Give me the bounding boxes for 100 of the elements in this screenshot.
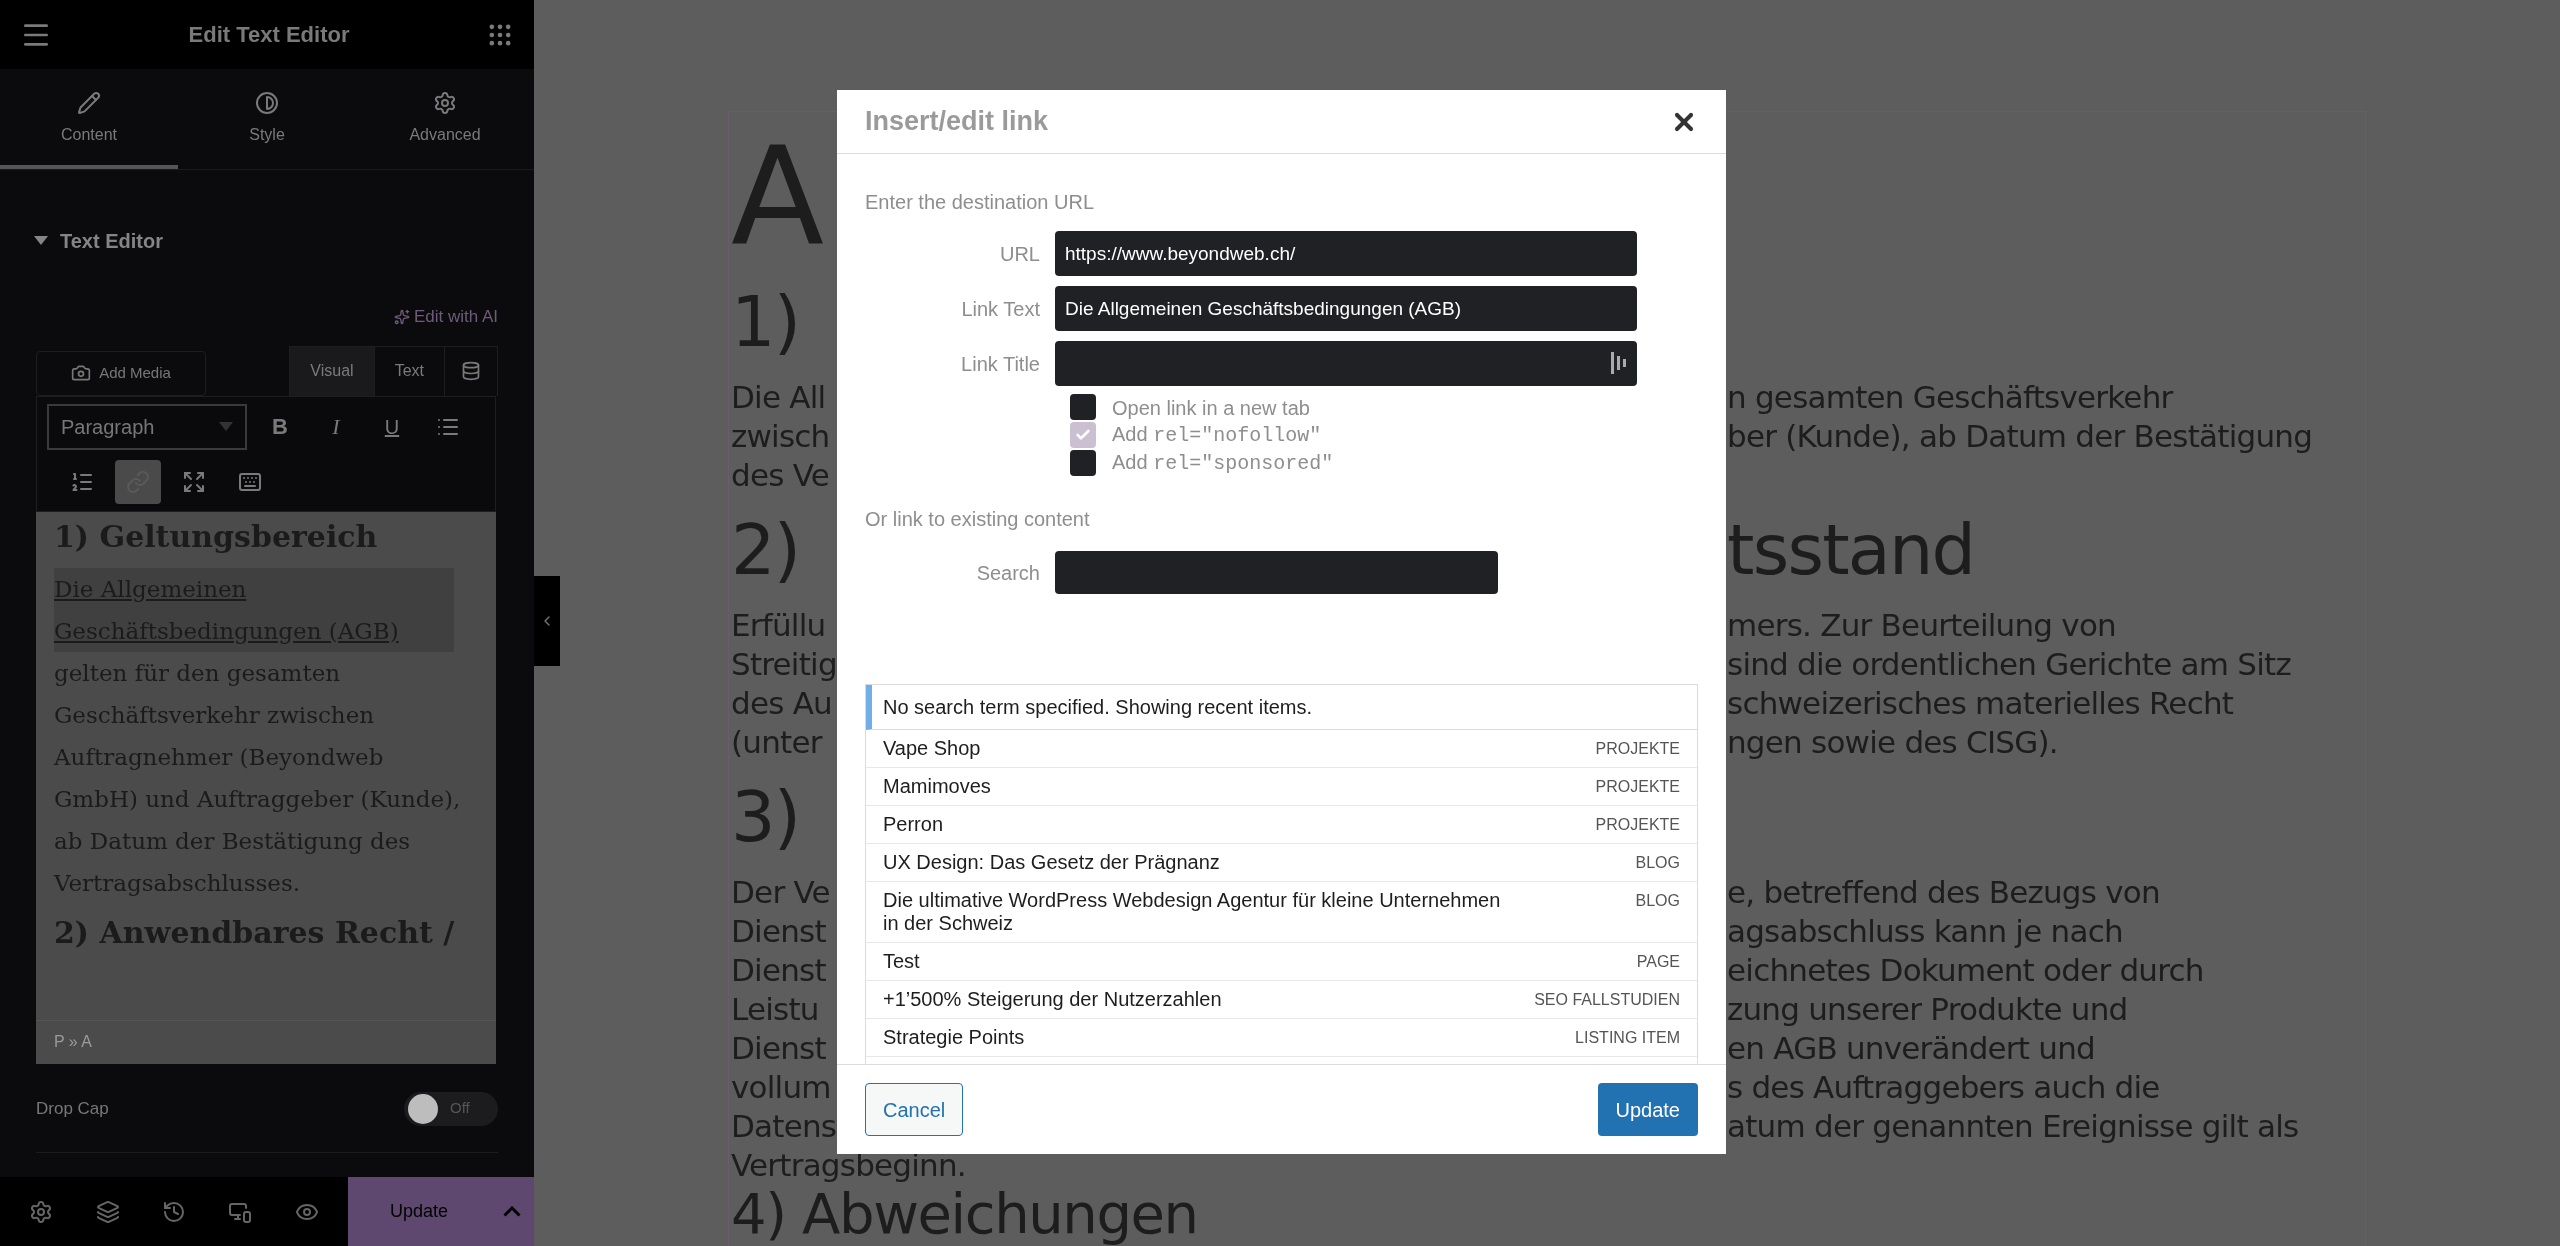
toolbar-button[interactable] xyxy=(115,459,161,504)
panel-tab[interactable]: Content xyxy=(0,69,178,169)
result-type: SEO FALLSTUDIEN xyxy=(1534,990,1680,1010)
page-text: Dienst xyxy=(731,1029,826,1068)
result-type: PROJEKTE xyxy=(1595,815,1680,835)
dropdown-icon xyxy=(219,422,233,431)
result-title: Die ultimative WordPress Webdesign Agentur für kleine Unternehmen in der Schweiz xyxy=(883,889,1502,935)
layers-icon[interactable] xyxy=(95,1199,120,1224)
result-type: PROJEKTE xyxy=(1595,739,1680,759)
page-text: Leistu xyxy=(731,990,819,1029)
result-title: Strategie Points xyxy=(883,1026,1026,1049)
mode-tab[interactable]: Visual xyxy=(290,346,375,396)
settings-icon xyxy=(433,91,457,115)
page-text: sind die ordentlichen Gerichte am Sitz xyxy=(1727,645,2291,684)
page-text: Vertragsbeginn. xyxy=(731,1146,966,1185)
checkbox-label[interactable]: Add rel="sponsored" xyxy=(1112,450,1334,476)
text-input[interactable] xyxy=(1055,341,1637,386)
page-text: Erfüllu xyxy=(731,606,826,645)
expand-icon xyxy=(182,469,206,494)
page-heading: 2) xyxy=(731,508,800,593)
bars-icon xyxy=(1611,352,1627,374)
page-text: ber (Kunde), ab Datum der Bestätigung xyxy=(1727,417,2313,456)
page-text: des Au xyxy=(731,684,832,723)
section-toggle[interactable]: Text Editor xyxy=(34,226,498,256)
format-button[interactable]: I xyxy=(313,404,359,449)
result-type: PAGE xyxy=(1636,952,1680,972)
field-label: Link Text xyxy=(960,296,1041,322)
page-text: (unter xyxy=(731,723,822,762)
check-icon xyxy=(1075,427,1091,443)
result-type: BLOG xyxy=(1635,853,1680,873)
format-select[interactable]: Paragraph xyxy=(47,403,247,450)
database-icon xyxy=(461,361,481,381)
section-label: Enter the destination URL xyxy=(865,190,1095,215)
result-row[interactable]: +1’500% Steigerung der Nutzerzahlen SEO FALLSTUDIEN xyxy=(866,981,1697,1019)
format-button[interactable]: U xyxy=(369,404,415,449)
collapse-handle[interactable] xyxy=(534,576,560,666)
result-type: BLOG xyxy=(1635,891,1680,911)
page-text: mers. Zur Beurteilung von xyxy=(1727,606,2116,645)
history-icon[interactable] xyxy=(161,1199,186,1224)
panel-title: Edit Text Editor xyxy=(188,21,350,49)
page-title: A xyxy=(731,126,825,267)
page-text: eichnetes Dokument oder durch xyxy=(1727,951,2204,990)
add-media-button[interactable]: Add Media xyxy=(36,350,206,396)
text-input[interactable]: https://www.beyondweb.ch/ xyxy=(1055,231,1637,276)
result-row[interactable]: Die ultimative WordPress Webdesign Agentur für kleine Unternehmen in der Schweiz BLOG xyxy=(866,882,1697,943)
page-text: schweizerisches materielles Recht xyxy=(1727,684,2234,723)
page-heading: tsstand xyxy=(1727,508,1975,593)
result-row[interactable]: Perron PROJEKTE xyxy=(866,806,1697,844)
pencil-icon xyxy=(77,91,101,115)
result-title: +1’500% Steigerung der Nutzerzahlen xyxy=(883,988,1223,1011)
panel-tab[interactable]: Style xyxy=(178,69,356,169)
panel-tab[interactable]: Advanced xyxy=(356,69,534,169)
field-label: Link Title xyxy=(960,351,1041,377)
mode-tab[interactable]: Text xyxy=(374,346,445,396)
page-text: e, betreffend des Bezugs von xyxy=(1727,873,2160,912)
page-heading: 4) Abweichungen xyxy=(731,1185,1198,1243)
checkbox-label[interactable]: Open link in a new tab xyxy=(1112,396,1310,420)
result-row[interactable]: UX Design: Das Gesetz der Prägnanz BLOG xyxy=(866,844,1697,882)
page-heading: 3) xyxy=(731,775,800,860)
format-button[interactable]: B xyxy=(257,404,303,449)
cancel-button[interactable]: Cancel xyxy=(865,1083,964,1136)
contrast-icon xyxy=(255,91,279,115)
element-path: P » A xyxy=(54,1032,92,1052)
page-text: zung unserer Produkte und xyxy=(1727,990,2128,1029)
checkbox[interactable] xyxy=(1070,450,1096,476)
result-row[interactable]: Strategie Points LISTING ITEM xyxy=(866,1019,1697,1057)
drop-cap-label: Drop Cap xyxy=(36,1097,109,1120)
search-notice: No search term specified. Showing recent items. xyxy=(866,685,1697,730)
camera-icon xyxy=(71,363,92,383)
result-type: PROJEKTE xyxy=(1595,777,1680,797)
result-row[interactable]: Test PAGE xyxy=(866,943,1697,981)
page-text: Der Ve xyxy=(731,873,830,912)
field-label: Search xyxy=(975,560,1041,586)
page-text: ngen sowie des CISG). xyxy=(1727,723,2058,762)
settings-icon[interactable] xyxy=(29,1199,54,1224)
checkbox[interactable] xyxy=(1070,394,1096,420)
field-label: URL xyxy=(999,241,1041,267)
sparkle-icon xyxy=(393,308,410,325)
result-title: UX Design: Das Gesetz der Prägnanz xyxy=(883,851,1221,874)
page-heading: 1) xyxy=(731,280,800,365)
page-text: Die All xyxy=(731,378,826,417)
search-field[interactable] xyxy=(1055,551,1498,594)
section-label: Or link to existing content xyxy=(865,507,1090,532)
dialog-update-button[interactable]: Update xyxy=(1597,1083,1698,1136)
chevron-up-icon xyxy=(503,1206,521,1217)
dialog-title: Insert/edit link xyxy=(865,105,1049,139)
result-title: Vape Shop xyxy=(883,737,982,760)
result-title: Perron xyxy=(883,813,945,836)
result-row[interactable]: Vape Shop PROJEKTE xyxy=(866,730,1697,768)
checkbox-label[interactable]: Add rel="nofollow" xyxy=(1112,422,1322,448)
page-text: en AGB unverändert und xyxy=(1727,1029,2095,1068)
result-row[interactable]: Mamimoves PROJEKTE xyxy=(866,768,1697,806)
ai-link[interactable]: Edit with AI xyxy=(393,304,498,330)
text-input[interactable]: Die Allgemeinen Geschäftsbedingungen (AGB) xyxy=(1055,286,1637,331)
result-title: Test xyxy=(883,950,921,973)
page-text: vollum xyxy=(731,1068,831,1107)
page-text: Datens xyxy=(731,1107,837,1146)
checkbox[interactable] xyxy=(1070,422,1096,448)
page-text: atum der genannten Ereignisse gilt als xyxy=(1727,1107,2299,1146)
page-text: Dienst xyxy=(731,951,826,990)
